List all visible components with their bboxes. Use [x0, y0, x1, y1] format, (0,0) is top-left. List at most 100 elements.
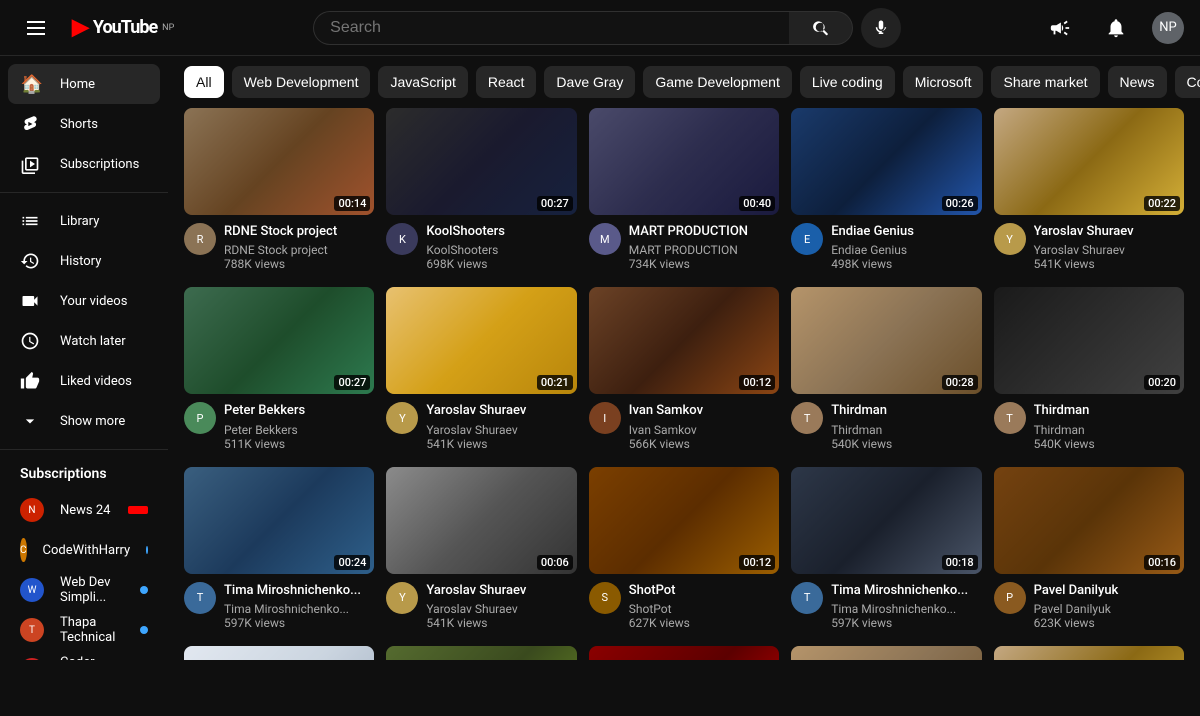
view-count: 541K views — [426, 437, 576, 451]
view-count: 627K views — [629, 616, 779, 630]
sidebar-item-home[interactable]: 🏠 Home — [8, 64, 160, 104]
hamburger-button[interactable] — [16, 8, 56, 48]
video-info: Thirdman Thirdman 540K views — [831, 402, 981, 450]
codewithharry-avatar: C — [20, 538, 27, 562]
shorts-icon — [20, 114, 44, 134]
account-avatar[interactable]: NP — [1152, 12, 1184, 44]
sidebar-item-watch-later[interactable]: Watch later — [8, 321, 160, 361]
video-card[interactable]: 00:10 I Ivan Samkov Ivan Samkov — [791, 646, 981, 660]
channel-avatar: S — [589, 582, 621, 614]
sidebar-item-label: Subscriptions — [60, 157, 139, 172]
filter-chip-cs[interactable]: Computer Science — [1175, 66, 1200, 98]
video-card[interactable]: 00:10 S ShotPot ShotPot — [589, 646, 779, 660]
video-card[interactable]: 00:20 T Thirdman Thirdman 540K views — [994, 287, 1184, 450]
search-area — [174, 8, 1040, 48]
notifications-button[interactable] — [1096, 8, 1136, 48]
video-title: KoolShooters — [426, 223, 576, 241]
thumb-placeholder — [386, 646, 576, 660]
video-card[interactable]: 00:21 Y Yaroslav Shuraev Yaroslav Shurae… — [386, 287, 576, 450]
channel-avatar: T — [184, 582, 216, 614]
filter-chip-dave-gray[interactable]: Dave Gray — [544, 66, 635, 98]
channel-avatar: M — [589, 223, 621, 255]
video-thumbnail: 00:20 — [994, 287, 1184, 394]
video-title: Tima Miroshnichenko... — [831, 582, 981, 600]
video-card[interactable]: 00:11 I Ivan Samkov Ivan Samkov — [994, 646, 1184, 660]
video-card[interactable]: 00:12 C Charlie Moynee Charlie Moynee — [386, 646, 576, 660]
duration-badge: 00:14 — [334, 196, 370, 211]
video-card[interactable]: 00:16 P Pavel Danilyuk Pavel Danilyuk 62… — [994, 467, 1184, 630]
filter-chip-react[interactable]: React — [476, 66, 537, 98]
library-icon — [20, 211, 44, 231]
view-count: 566K views — [629, 437, 779, 451]
sidebar-item-your-videos[interactable]: Your videos — [8, 281, 160, 321]
subscriptions-section-title: Subscriptions — [0, 458, 168, 490]
video-card[interactable]: 00:31 A Ashutosh Vyas Ashutosh Vyas — [184, 646, 374, 660]
channel-avatar: T — [994, 402, 1026, 434]
video-card[interactable]: 00:14 R RDNE Stock project RDNE Stock pr… — [184, 108, 374, 271]
notification-dot — [140, 626, 148, 634]
video-card[interactable]: 00:27 P Peter Bekkers Peter Bekkers 511K… — [184, 287, 374, 450]
video-card[interactable]: 00:12 I Ivan Samkov Ivan Samkov 566K vie… — [589, 287, 779, 450]
news24-avatar: N — [20, 498, 44, 522]
sidebar-item-subscriptions[interactable]: Subscriptions — [8, 144, 160, 184]
video-card[interactable]: 00:22 Y Yaroslav Shuraev Yaroslav Shurae… — [994, 108, 1184, 271]
mic-button[interactable] — [861, 8, 901, 48]
channel-name: Tima Miroshnichenko... — [831, 602, 981, 616]
filter-chip-all[interactable]: All — [184, 66, 224, 98]
sidebar-item-label: Library — [60, 214, 99, 229]
sidebar-item-show-more[interactable]: Show more — [8, 401, 160, 441]
home-icon: 🏠 — [20, 74, 44, 95]
search-input[interactable] — [313, 11, 789, 45]
filter-chip-news[interactable]: News — [1108, 66, 1167, 98]
search-button[interactable] — [789, 11, 853, 45]
filter-chip-web-dev[interactable]: Web Development — [232, 66, 371, 98]
filter-chip-share-market[interactable]: Share market — [991, 66, 1099, 98]
duration-badge: 00:16 — [1144, 555, 1180, 570]
youtube-logo[interactable]: ▶ YouTubeNP — [72, 15, 174, 40]
video-card[interactable]: 00:28 T Thirdman Thirdman 540K views — [791, 287, 981, 450]
notification-dot — [140, 586, 148, 594]
create-button[interactable] — [1040, 8, 1080, 48]
sidebar-item-library[interactable]: Library — [8, 201, 160, 241]
sidebar-item-shorts[interactable]: Shorts — [8, 104, 160, 144]
channel-name: Thirdman — [1034, 423, 1184, 437]
video-title: Yaroslav Shuraev — [1034, 223, 1184, 241]
video-thumbnail: 00:10 — [791, 646, 981, 660]
duration-badge: 00:28 — [942, 375, 978, 390]
video-card[interactable]: 00:40 M MART PRODUCTION MART PRODUCTION … — [589, 108, 779, 271]
sidebar-item-history[interactable]: History — [8, 241, 160, 281]
filter-chip-microsoft[interactable]: Microsoft — [903, 66, 984, 98]
video-card[interactable]: 00:26 E Endiae Genius Endiae Genius 498K… — [791, 108, 981, 271]
view-count: 540K views — [831, 437, 981, 451]
video-card[interactable]: 00:06 Y Yaroslav Shuraev Yaroslav Shurae… — [386, 467, 576, 630]
filter-chip-live-coding[interactable]: Live coding — [800, 66, 895, 98]
view-count: 511K views — [224, 437, 374, 451]
create-icon — [1049, 17, 1071, 39]
video-thumbnail: 00:31 — [184, 646, 374, 660]
header: ▶ YouTubeNP — [0, 0, 1200, 56]
sub-label: News 24 — [60, 503, 112, 518]
video-card[interactable]: 00:27 K KoolShooters KoolShooters 698K v… — [386, 108, 576, 271]
video-card[interactable]: 00:12 S ShotPot ShotPot 627K views — [589, 467, 779, 630]
sidebar-item-liked-videos[interactable]: Liked videos — [8, 361, 160, 401]
video-thumbnail: 00:12 — [386, 646, 576, 660]
filter-chip-javascript[interactable]: JavaScript — [378, 66, 467, 98]
duration-badge: 00:27 — [537, 196, 573, 211]
sidebar-item-news24[interactable]: N News 24 — [8, 490, 160, 530]
thapa-avatar: T — [20, 618, 44, 642]
video-card[interactable]: 00:18 T Tima Miroshnichenko... Tima Miro… — [791, 467, 981, 630]
channel-avatar: T — [791, 582, 823, 614]
channel-name: Tima Miroshnichenko... — [224, 602, 374, 616]
video-thumbnail: 00:10 — [589, 646, 779, 660]
filter-chip-game-dev[interactable]: Game Development — [643, 66, 792, 98]
duration-badge: 00:12 — [739, 555, 775, 570]
sidebar-item-codewithharry[interactable]: C CodeWithHarry — [8, 530, 160, 570]
sidebar-item-thapa[interactable]: T Thapa Technical — [8, 610, 160, 650]
video-meta: P Pavel Danilyuk Pavel Danilyuk 623K vie… — [994, 574, 1184, 630]
sidebar-item-webdev[interactable]: W Web Dev Simpli... — [8, 570, 160, 610]
video-title: Yaroslav Shuraev — [426, 402, 576, 420]
video-title: Yaroslav Shuraev — [426, 582, 576, 600]
sidebar-item-coderdost[interactable]: C Coder Dost — [8, 650, 160, 660]
channel-avatar: T — [791, 402, 823, 434]
video-card[interactable]: 00:24 T Tima Miroshnichenko... Tima Miro… — [184, 467, 374, 630]
